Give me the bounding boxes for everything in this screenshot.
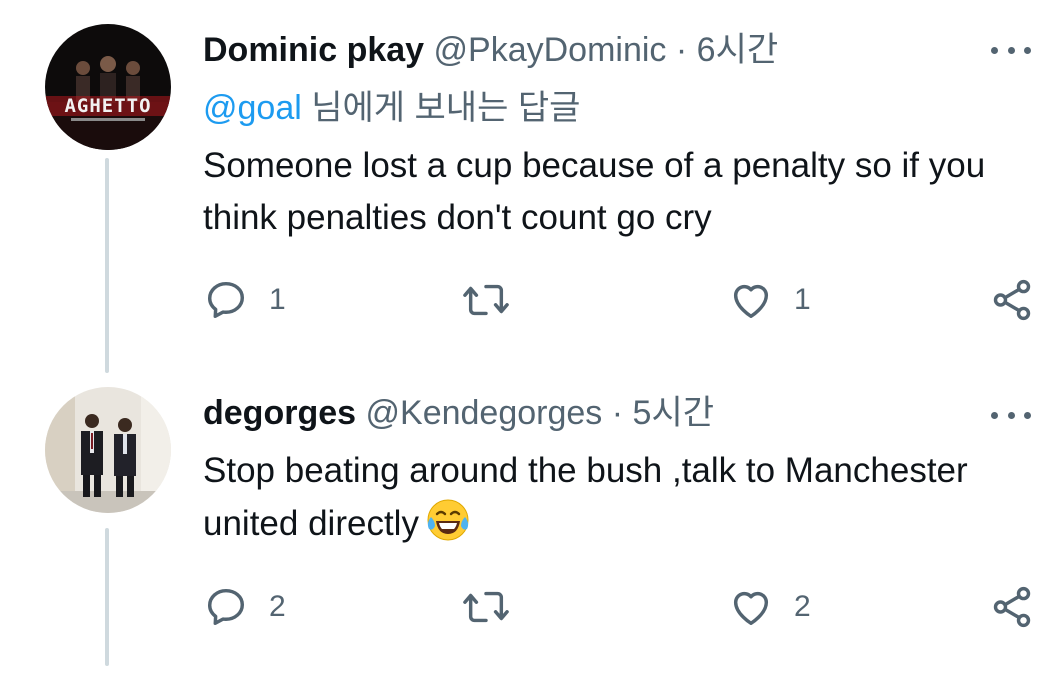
share-button[interactable] (989, 275, 1035, 325)
retweet-button[interactable] (461, 582, 531, 632)
tweet-text: Someone lost a cup because of a penalty … (203, 146, 986, 237)
display-name[interactable]: Dominic pkay (203, 31, 424, 69)
retweet-icon (463, 591, 509, 623)
reply-count: 2 (269, 590, 286, 623)
mention-link[interactable]: @goal (203, 89, 302, 127)
timestamp[interactable]: 6시간 (697, 31, 778, 69)
retweet-button[interactable] (461, 275, 531, 325)
replying-to: @goal 님에게 보내는 답글 (203, 88, 580, 128)
timestamp[interactable]: 5시간 (633, 394, 714, 432)
reply-icon (207, 588, 245, 626)
share-icon (993, 279, 1031, 321)
reply-count: 1 (269, 283, 286, 316)
like-button[interactable]: 1 (728, 275, 811, 325)
heart-icon (733, 284, 769, 319)
display-name[interactable]: degorges (203, 394, 356, 432)
tweet[interactable]: AGHETTO Dominic pkay @PkayDominic · 6시간 … (0, 0, 1059, 373)
replying-to-suffix: 님에게 보내는 답글 (301, 89, 581, 127)
handle[interactable]: @Kendegorges (366, 394, 603, 432)
tweet[interactable]: degorges @Kendegorges · 5시간 Stop beating… (0, 345, 1059, 678)
retweet-icon (463, 284, 509, 316)
avatar-logo-text: AGHETTO (64, 95, 151, 117)
share-button[interactable] (989, 582, 1035, 632)
reply-button[interactable]: 2 (203, 582, 286, 632)
like-count: 1 (794, 283, 811, 316)
separator-dot: · (675, 31, 688, 69)
more-icon[interactable] (991, 40, 1031, 60)
avatar[interactable] (45, 387, 171, 513)
reply-icon (207, 281, 245, 319)
tweet-text-content: Stop beating around the bush ,talk to Ma… (203, 451, 968, 543)
action-bar: 1 1 (203, 275, 1043, 325)
handle[interactable]: @PkayDominic (434, 31, 667, 69)
like-button[interactable]: 2 (728, 582, 811, 632)
tweet-text: Stop beating around the bush ,talk to Ma… (203, 445, 1023, 558)
heart-icon (733, 591, 769, 626)
share-icon (993, 586, 1031, 628)
tweet-header: degorges @Kendegorges · 5시간 (203, 393, 714, 433)
face-with-tears-of-joy-icon (425, 497, 471, 558)
thread-line (105, 158, 109, 373)
tweet-header: Dominic pkay @PkayDominic · 6시간 (203, 30, 778, 70)
like-count: 2 (794, 590, 811, 623)
action-bar: 2 2 (203, 582, 1043, 632)
reply-button[interactable]: 1 (203, 275, 286, 325)
thread-line (105, 528, 109, 666)
more-icon[interactable] (991, 405, 1031, 425)
separator-dot: · (611, 394, 624, 432)
avatar[interactable]: AGHETTO (45, 24, 171, 150)
